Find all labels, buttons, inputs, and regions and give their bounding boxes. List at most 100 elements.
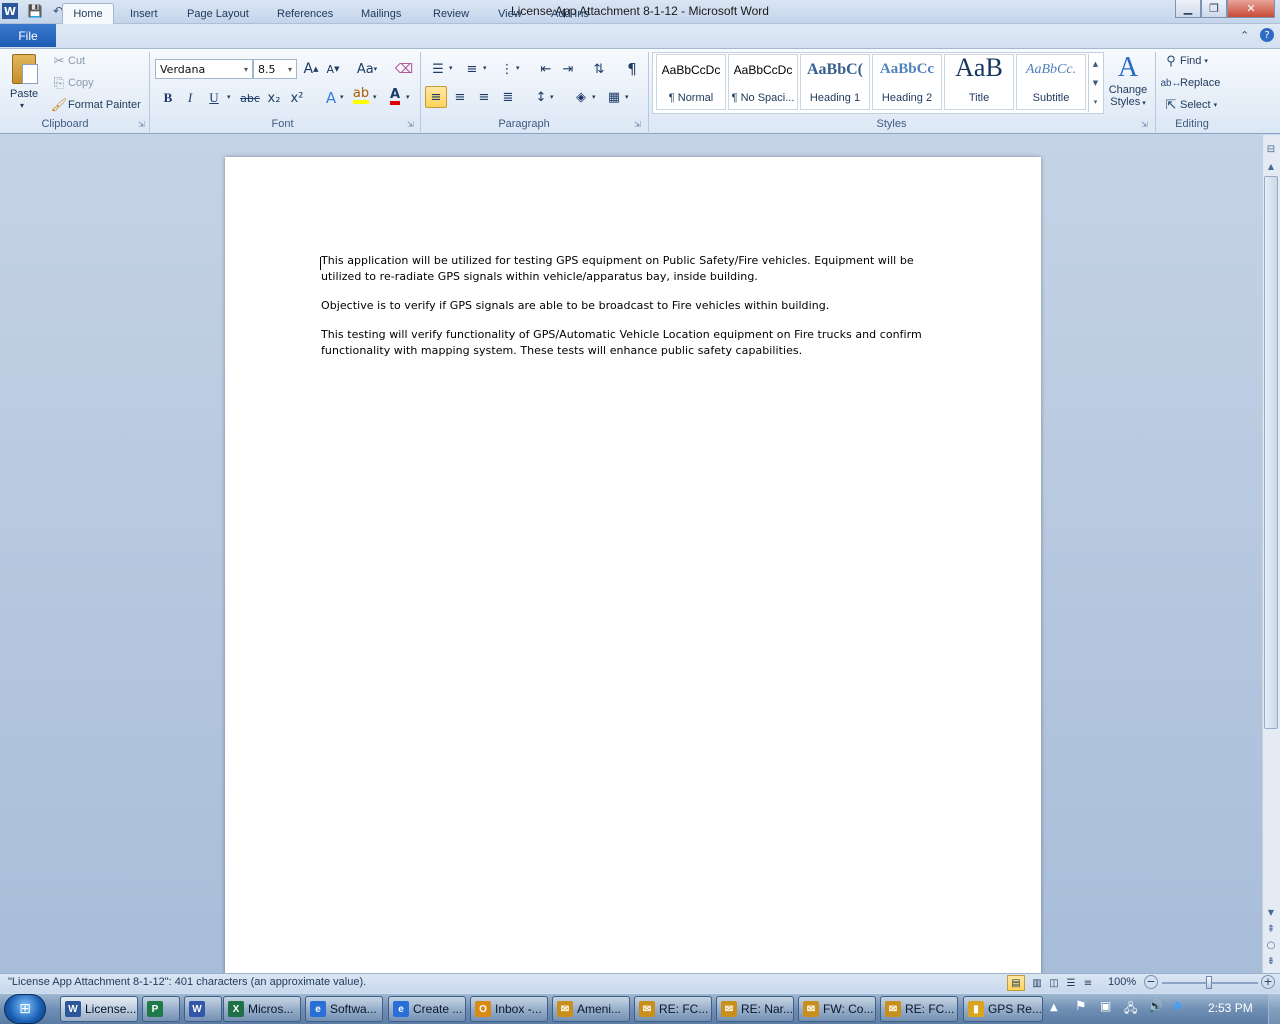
align-center-icon[interactable]: ≡: [449, 86, 471, 108]
style-heading-1[interactable]: AaBbC( Heading 1: [800, 54, 870, 110]
decrease-indent-icon[interactable]: ⇤: [535, 58, 557, 80]
style-normal[interactable]: AaBbCcDc ¶ Normal: [656, 54, 726, 110]
dropbox-icon[interactable]: ❖: [1172, 999, 1183, 1013]
chevron-down-icon[interactable]: ▾: [625, 93, 629, 101]
paragraph-launcher-icon[interactable]: ⇲: [634, 120, 641, 129]
taskbar-item[interactable]: ✉ RE: FC...: [634, 996, 712, 1022]
change-styles-button[interactable]: A Change Styles ▾: [1104, 52, 1152, 116]
replace-button[interactable]: ab↔ Replace: [1160, 75, 1220, 91]
chevron-down-icon[interactable]: ▼: [1093, 79, 1098, 87]
paragraph[interactable]: This testing will verify functionality o…: [321, 327, 945, 359]
shrink-font-button[interactable]: A ▼: [322, 58, 344, 80]
scroll-down-icon[interactable]: ▼: [1264, 906, 1278, 918]
chevron-down-icon[interactable]: ▾: [483, 64, 487, 72]
bold-button[interactable]: B: [157, 87, 179, 109]
line-spacing-icon[interactable]: ↕: [530, 86, 552, 108]
clipboard-launcher-icon[interactable]: ⇲: [138, 120, 145, 129]
numbering-icon[interactable]: ≡: [461, 58, 483, 80]
shading-icon[interactable]: ◈: [570, 86, 592, 108]
tab-add-ins[interactable]: Add-Ins: [542, 3, 598, 24]
chevron-down-icon[interactable]: ▾: [373, 93, 377, 101]
font-color-icon[interactable]: A: [384, 85, 406, 107]
select-button[interactable]: ⇱ Select ▾: [1162, 97, 1218, 113]
italic-button[interactable]: I: [179, 87, 201, 109]
styles-scroll[interactable]: ▲ ▼ ▾: [1088, 54, 1102, 112]
show-hidden-icons[interactable]: ▲: [1050, 1002, 1058, 1013]
find-button[interactable]: ⚲ Find ▾: [1162, 53, 1208, 69]
taskbar-item[interactable]: X Micros...: [223, 996, 301, 1022]
taskbar-item[interactable]: W License...: [60, 996, 138, 1022]
more-icon[interactable]: ▾: [1094, 98, 1098, 106]
clock[interactable]: 2:53 PM: [1208, 1001, 1253, 1015]
chevron-down-icon[interactable]: ▾: [592, 93, 596, 101]
underline-button[interactable]: U: [203, 87, 225, 109]
tab-review[interactable]: Review: [424, 3, 478, 24]
restore-button[interactable]: ❐: [1201, 0, 1227, 18]
chevron-down-icon[interactable]: ▾: [244, 65, 248, 74]
full-screen-reading-icon[interactable]: ▥: [1029, 975, 1045, 991]
taskbar-item[interactable]: ✉ RE: Nar...: [716, 996, 794, 1022]
text-effects-icon[interactable]: A: [320, 87, 342, 109]
font-size-combo[interactable]: 8.5 ▾: [253, 59, 297, 79]
chevron-down-icon[interactable]: ▾: [406, 93, 410, 101]
document-page[interactable]: This application will be utilized for te…: [225, 157, 1041, 977]
ruler-toggle-icon[interactable]: ⊟: [1264, 142, 1278, 156]
clear-formatting-icon[interactable]: ⌫: [393, 58, 415, 80]
style-heading-2[interactable]: AaBbCc Heading 2: [872, 54, 942, 110]
chevron-down-icon[interactable]: ▾: [288, 65, 292, 74]
justify-icon[interactable]: ≣: [497, 86, 519, 108]
tab-page-layout[interactable]: Page Layout: [178, 3, 258, 24]
format-painter-button[interactable]: 🖌 Format Painter: [50, 97, 141, 113]
taskbar-item[interactable]: P: [142, 996, 180, 1022]
volume-icon[interactable]: 🔊: [1148, 999, 1163, 1013]
taskbar-item[interactable]: ▮ GPS Re...: [963, 996, 1043, 1022]
browse-object-icon[interactable]: ○: [1264, 938, 1278, 952]
paragraph[interactable]: This application will be utilized for te…: [321, 253, 945, 285]
minimize-ribbon-icon[interactable]: ⌃: [1240, 29, 1249, 42]
outline-icon[interactable]: ☰: [1063, 975, 1079, 991]
taskbar-item[interactable]: W: [184, 996, 222, 1022]
scroll-up-icon[interactable]: ▲: [1264, 160, 1278, 172]
help-icon[interactable]: ?: [1260, 28, 1274, 42]
grow-font-button[interactable]: A ▲: [300, 58, 322, 80]
underline-dropdown-icon[interactable]: ▾: [227, 93, 231, 101]
taskbar-item[interactable]: e Create ...: [388, 996, 466, 1022]
tab-view[interactable]: View: [489, 3, 531, 24]
draft-icon[interactable]: ≡: [1080, 975, 1096, 991]
web-layout-icon[interactable]: ◫: [1046, 975, 1062, 991]
copy-button[interactable]: ⎘ Copy: [50, 75, 94, 91]
status-text[interactable]: "License App Attachment 8-1-12": 401 cha…: [8, 976, 366, 988]
zoom-out-icon[interactable]: −: [1144, 975, 1158, 989]
tab-home[interactable]: Home: [62, 3, 114, 24]
style-no-spacing[interactable]: AaBbCcDc ¶ No Spaci...: [728, 54, 798, 110]
align-left-icon[interactable]: ≡: [425, 86, 447, 108]
close-button[interactable]: ✕: [1227, 0, 1275, 18]
font-name-combo[interactable]: Verdana ▾: [155, 59, 253, 79]
chevron-down-icon[interactable]: ▾: [550, 93, 554, 101]
device-icon[interactable]: ▣: [1100, 999, 1111, 1013]
cut-button[interactable]: ✂ Cut: [50, 53, 86, 69]
multilevel-list-icon[interactable]: ⋮: [496, 58, 518, 80]
superscript-button[interactable]: x²: [286, 87, 308, 109]
tab-file[interactable]: File: [0, 24, 56, 47]
subscript-button[interactable]: x₂: [263, 87, 285, 109]
highlight-color-icon[interactable]: ab: [350, 85, 372, 107]
change-case-button[interactable]: Aa ▾: [354, 58, 380, 80]
previous-page-icon[interactable]: ⇞: [1264, 922, 1278, 936]
start-button[interactable]: ⊞: [4, 994, 46, 1024]
font-launcher-icon[interactable]: ⇲: [407, 120, 414, 129]
paragraph[interactable]: Objective is to verify if GPS signals ar…: [321, 298, 945, 314]
chevron-down-icon[interactable]: ▾: [449, 64, 453, 72]
tab-references[interactable]: References: [268, 3, 342, 24]
scrollbar-thumb[interactable]: [1264, 176, 1278, 729]
taskbar-item[interactable]: ✉ Ameni...: [552, 996, 630, 1022]
sort-icon[interactable]: ⇅: [588, 58, 610, 80]
align-right-icon[interactable]: ≡: [473, 86, 495, 108]
show-desktop-button[interactable]: [1268, 994, 1280, 1024]
taskbar-item[interactable]: O Inbox -...: [470, 996, 548, 1022]
strikethrough-button[interactable]: abc: [238, 87, 262, 109]
next-page-icon[interactable]: ⇟: [1264, 954, 1278, 968]
minimize-button[interactable]: ▁: [1175, 0, 1201, 18]
style-title[interactable]: AaB Title: [944, 53, 1014, 110]
show-formatting-marks-icon[interactable]: ¶: [621, 58, 643, 80]
